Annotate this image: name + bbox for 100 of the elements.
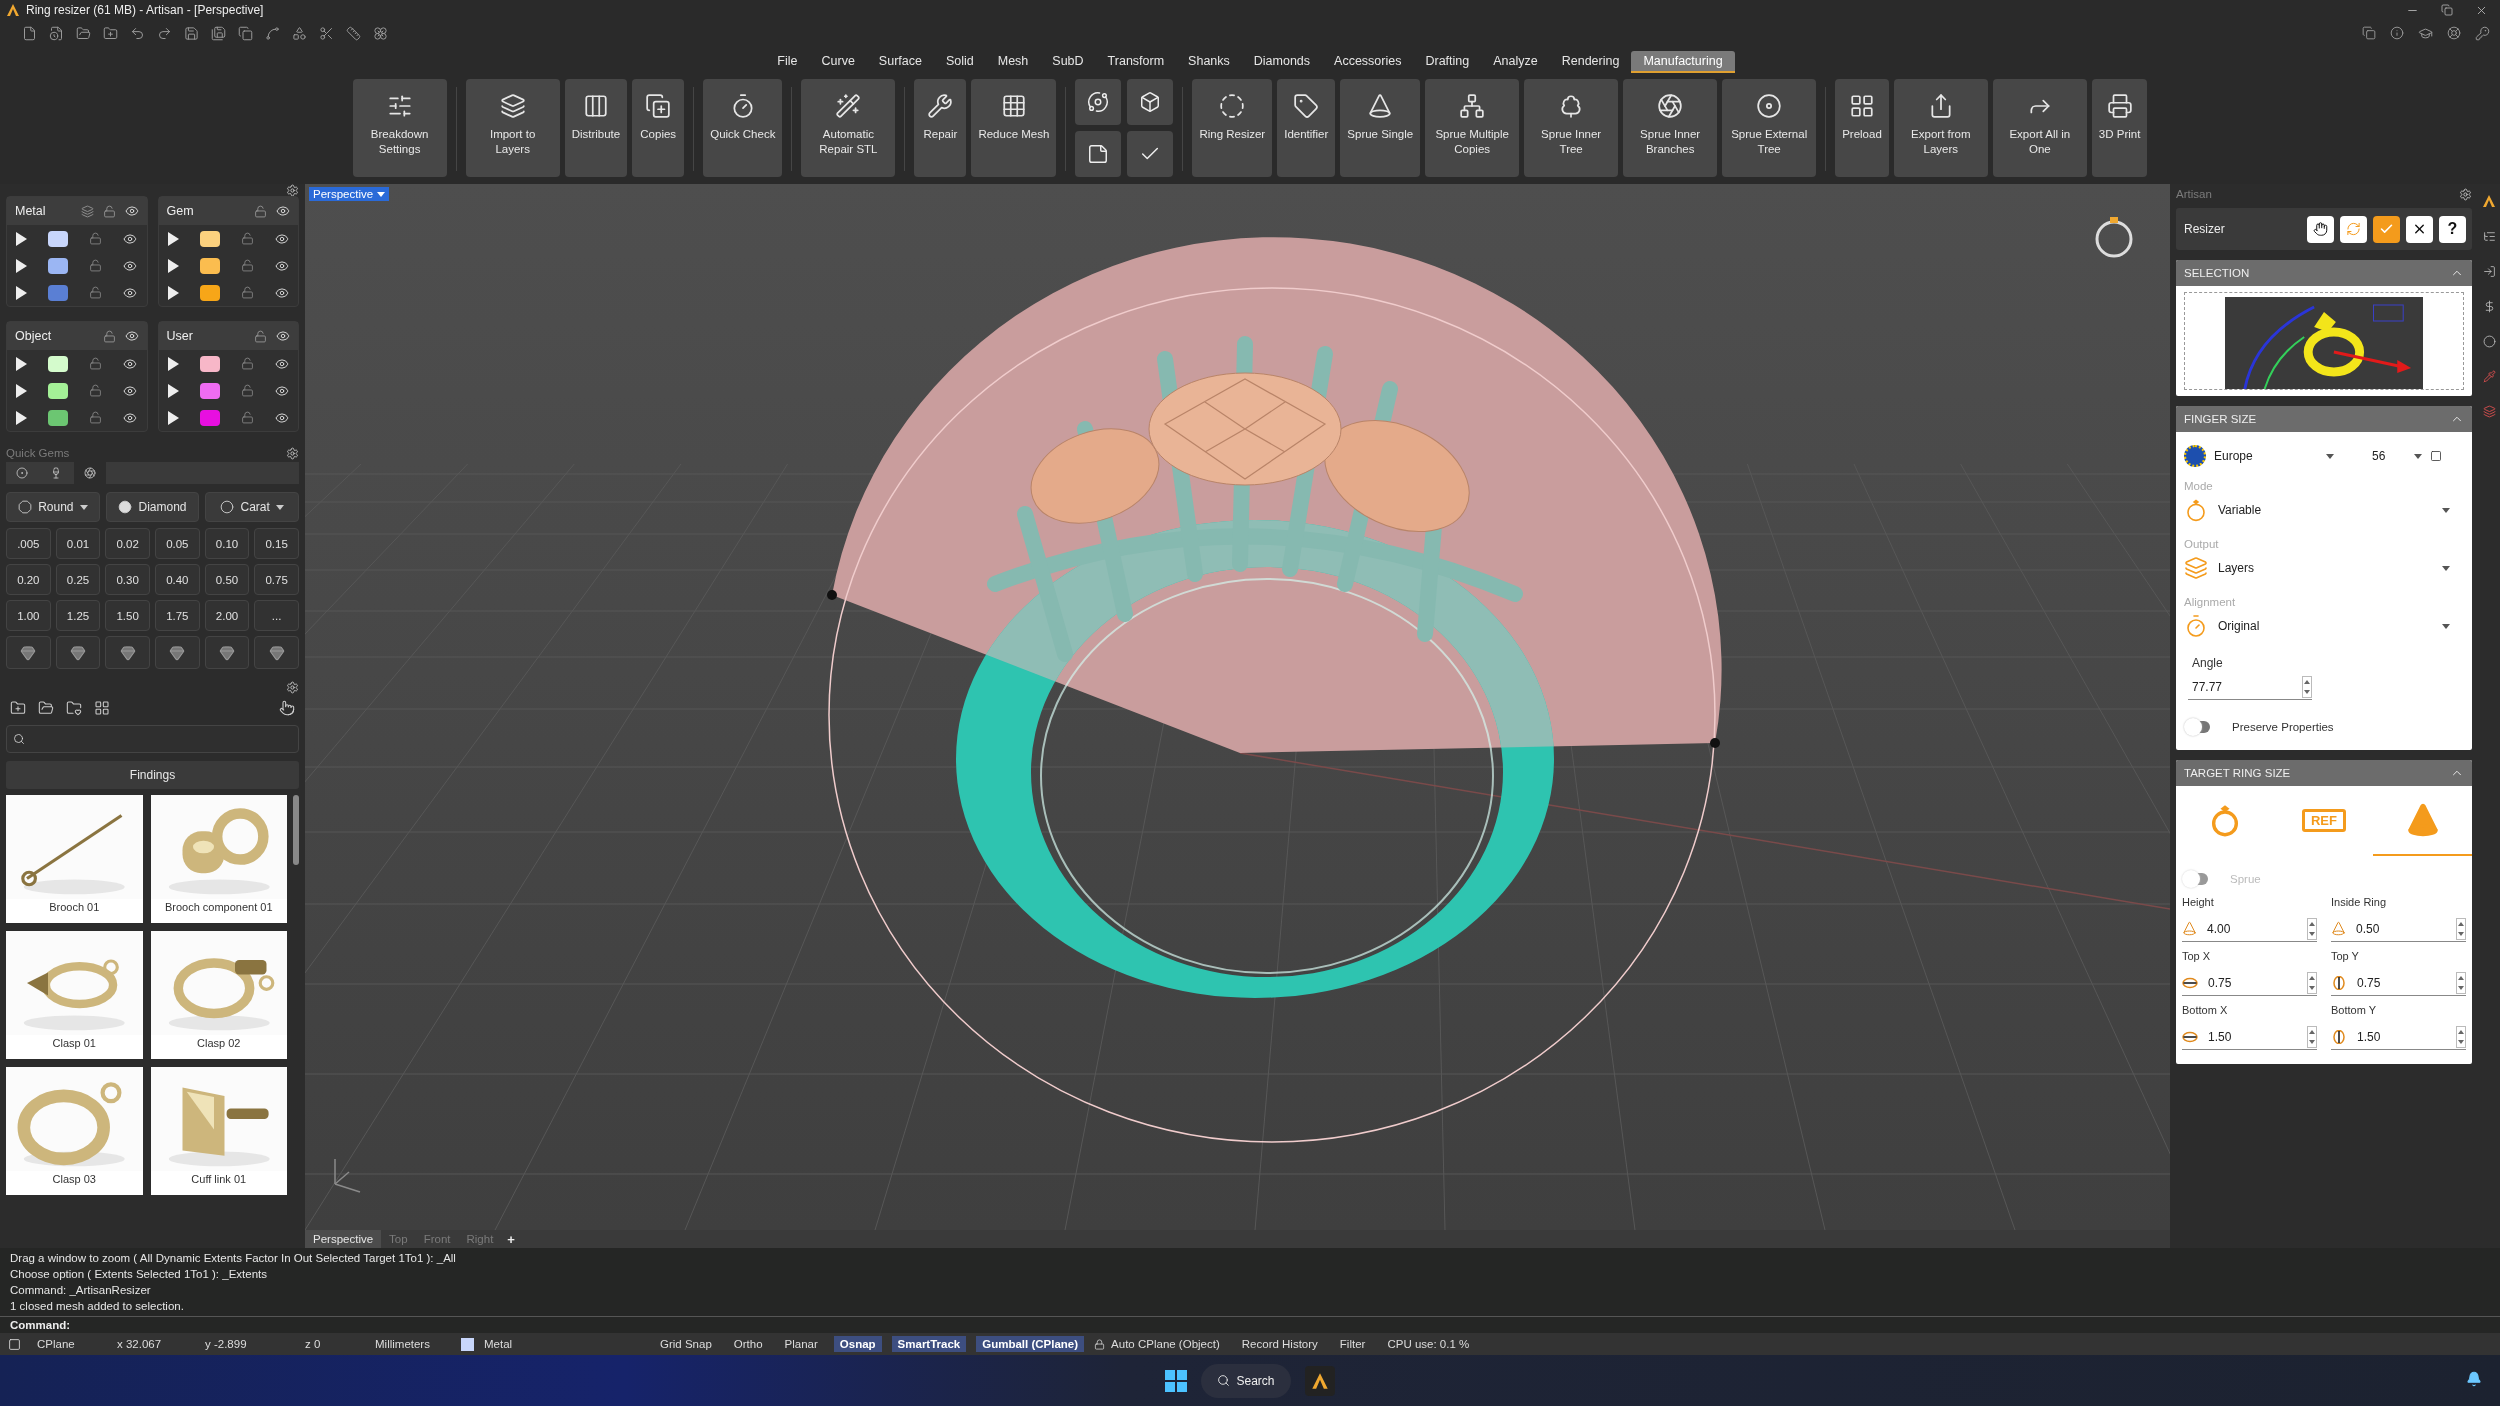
gem-shape-button[interactable] <box>254 636 299 669</box>
section-header[interactable]: TARGET RING SIZE <box>2176 760 2472 786</box>
gem-shape-button[interactable] <box>6 636 51 669</box>
layer-color-swatch[interactable] <box>199 257 220 274</box>
lock-icon[interactable] <box>89 384 103 397</box>
eye-icon[interactable] <box>123 258 138 273</box>
menu-tab[interactable]: Mesh <box>985 51 1041 73</box>
ribbon-button[interactable]: Repair <box>914 79 967 177</box>
menu-tab[interactable]: SubD <box>1040 51 1096 73</box>
expand-icon[interactable] <box>16 285 27 300</box>
refresh-button[interactable] <box>2340 215 2367 243</box>
lock-icon[interactable] <box>240 384 254 397</box>
status-button[interactable]: Auto CPlane (Object) <box>1111 1338 1220 1350</box>
add-tab-button[interactable]: + <box>501 1231 521 1247</box>
dropdown[interactable]: Carat <box>205 492 299 522</box>
expand-icon[interactable] <box>167 285 179 300</box>
snap-toggle[interactable]: Grid Snap <box>654 1336 718 1352</box>
layer-color-swatch[interactable] <box>48 230 69 247</box>
units-label[interactable]: Millimeters <box>375 1338 461 1350</box>
menu-tab[interactable]: Manufacturing <box>1631 51 1735 73</box>
menu-tab[interactable]: Drafting <box>1413 51 1482 73</box>
ribbon-button[interactable]: Automatic Repair STL <box>801 79 896 177</box>
eye-icon[interactable] <box>274 383 289 398</box>
layer-color-swatch[interactable] <box>48 382 69 399</box>
expand-icon[interactable] <box>16 383 27 398</box>
gem-size-button[interactable]: 2.00 <box>204 600 250 631</box>
lock-icon[interactable] <box>240 286 254 299</box>
layer-color-swatch[interactable] <box>199 284 220 301</box>
toolbar-button[interactable] <box>1075 79 1122 125</box>
gem-size-button[interactable]: 0.15 <box>254 528 299 559</box>
settings-icon[interactable] <box>286 446 299 460</box>
gem-size-button[interactable]: 1.25 <box>55 600 101 631</box>
number-field[interactable]: 1.50 <box>2331 1024 2466 1050</box>
panel-toggle-icon[interactable] <box>8 1337 21 1351</box>
restore-icon[interactable] <box>2441 4 2453 16</box>
expand-icon[interactable] <box>16 356 27 371</box>
number-field[interactable]: 4.00 <box>2182 916 2317 942</box>
lock-icon[interactable] <box>240 411 254 424</box>
expand-icon[interactable] <box>167 383 179 398</box>
windows-start-icon[interactable] <box>1165 1369 1188 1392</box>
undo-icon[interactable] <box>130 25 145 41</box>
eye-icon[interactable] <box>123 410 138 425</box>
ruler-icon[interactable] <box>346 25 361 41</box>
ribbon-button[interactable]: Sprue External Tree <box>1722 79 1817 177</box>
gem-size-button[interactable]: ... <box>254 600 299 631</box>
ribbon-button[interactable]: Quick Check <box>703 79 783 177</box>
menu-tab[interactable]: Solid <box>933 51 986 73</box>
lock-icon[interactable] <box>89 411 103 424</box>
expand-icon[interactable] <box>16 231 27 246</box>
number-field[interactable]: 0.75 <box>2331 970 2466 996</box>
file-clock-icon[interactable] <box>49 25 64 41</box>
gem-size-button[interactable]: 0.20 <box>6 564 51 595</box>
dropdown[interactable]: Diamond <box>105 492 200 522</box>
key-icon[interactable] <box>2475 25 2490 41</box>
expand-icon[interactable] <box>167 231 179 246</box>
ribbon-button[interactable]: Copies <box>632 79 685 177</box>
section-header[interactable]: SELECTION <box>2176 260 2472 286</box>
lock-icon[interactable] <box>102 329 116 343</box>
gem-size-button[interactable]: 0.75 <box>254 564 299 595</box>
eye-icon[interactable] <box>124 204 139 218</box>
lock-icon[interactable] <box>102 204 116 218</box>
import-icon[interactable] <box>2482 265 2496 278</box>
menu-tab[interactable]: Shanks <box>1176 51 1242 73</box>
lock-icon[interactable] <box>89 286 103 299</box>
menu-tab[interactable]: Surface <box>866 51 934 73</box>
copy-icon[interactable] <box>238 25 253 41</box>
menu-tab[interactable]: Curve <box>809 51 867 73</box>
layer-color-swatch[interactable] <box>48 257 69 274</box>
help-button[interactable]: ? <box>2439 215 2466 243</box>
gem-shape-button[interactable] <box>204 636 250 669</box>
lock-icon[interactable] <box>254 204 267 218</box>
ribbon-button[interactable]: Export from Layers <box>1893 79 1988 177</box>
select-field[interactable]: Layers <box>2218 561 2464 575</box>
folder-plus-icon[interactable] <box>10 700 26 716</box>
graduation-cap-icon[interactable] <box>2418 25 2433 41</box>
ribbon-button[interactable]: Identifier <box>1277 79 1336 177</box>
lock-icon[interactable] <box>254 329 267 343</box>
ribbon-button[interactable]: 3D Print <box>2091 79 2148 177</box>
layer-color-swatch[interactable] <box>199 382 220 399</box>
gem-size-button[interactable]: 0.01 <box>55 528 101 559</box>
menu-tab[interactable]: Accessories <box>1322 51 1414 73</box>
toolbar-button[interactable] <box>1075 131 1122 177</box>
layer-color-swatch[interactable] <box>199 230 220 247</box>
expand-icon[interactable] <box>16 258 27 273</box>
select-field[interactable]: Original <box>2218 619 2464 633</box>
ribbon-button[interactable]: Import to Layers <box>465 79 560 177</box>
category-dropdown[interactable]: Findings <box>6 761 299 789</box>
eye-icon[interactable] <box>276 204 290 218</box>
layers-icon[interactable] <box>2482 405 2496 418</box>
search-field[interactable] <box>6 725 299 753</box>
redo-icon[interactable] <box>157 25 172 41</box>
eye-icon[interactable] <box>123 356 138 371</box>
ribbon-button[interactable]: Sprue Single <box>1340 79 1421 177</box>
snap-toggle[interactable]: SmartTrack <box>891 1336 967 1352</box>
gem-shape-button[interactable] <box>55 636 101 669</box>
gem-size-button[interactable]: .005 <box>6 528 51 559</box>
menu-tab[interactable]: File <box>765 51 810 73</box>
number-field[interactable]: 1.50 <box>2182 1024 2317 1050</box>
layer-color-swatch[interactable] <box>199 355 220 372</box>
app-icon[interactable] <box>1304 1365 1335 1396</box>
